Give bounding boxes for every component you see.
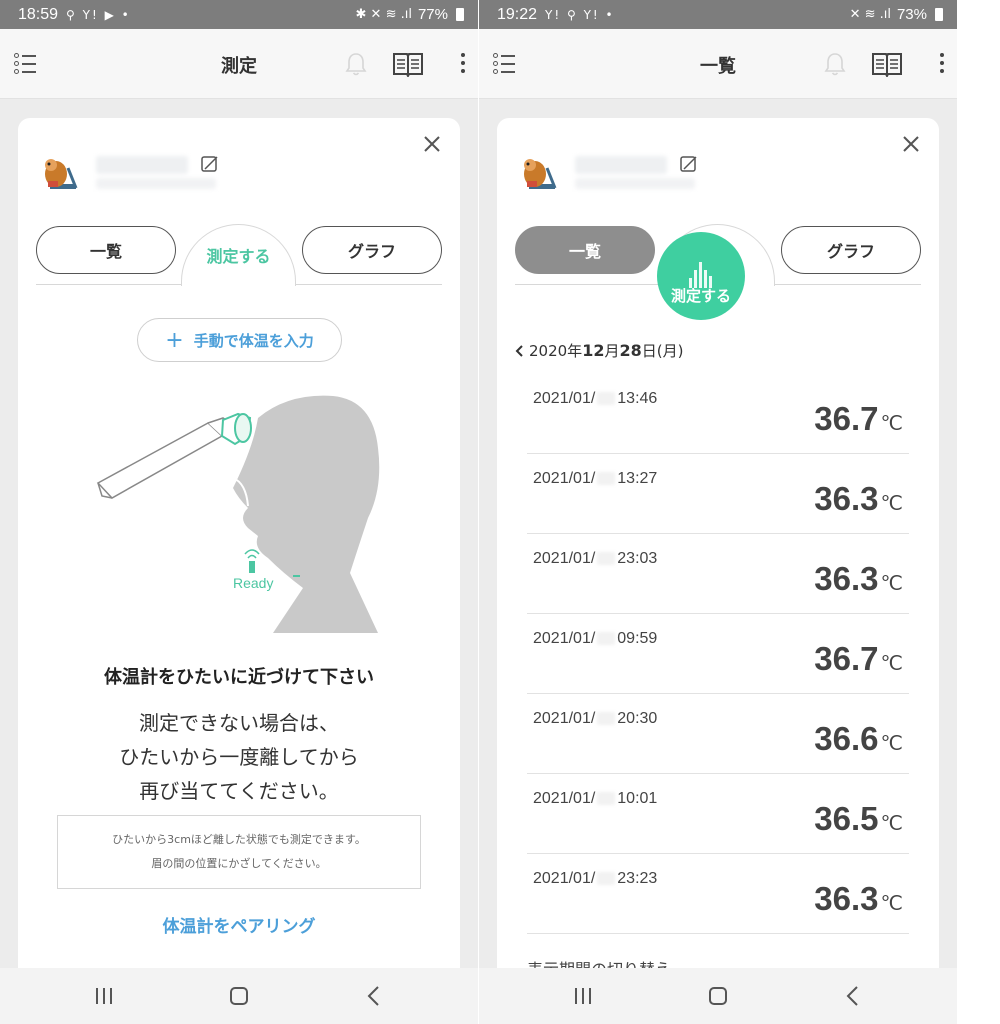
book-icon[interactable] [871, 51, 903, 77]
recent-apps-icon[interactable] [96, 988, 114, 1004]
thermometer-forehead-illustration: Ready [96, 395, 380, 633]
record-row[interactable]: 2021/01/20:30 36.6 ℃ [527, 694, 909, 774]
battery-icon [456, 8, 464, 21]
measure-card: 一覧 測定する グラフ + 手動で体温を入力 Ready 体温計をひたいに近づけ… [18, 118, 460, 968]
record-datetime: 2021/01/13:27 [533, 470, 658, 487]
measure-fab-button[interactable]: 測定する [657, 232, 745, 320]
notification-icons: ⚲ Y! ▶ • [66, 7, 131, 22]
system-icons: ✕ ≋ .ıl 73% [850, 6, 943, 23]
status-time: 18:59 [18, 5, 59, 23]
record-row[interactable]: 2021/01/13:46 36.7 ℃ [527, 374, 909, 454]
record-row[interactable]: 2021/01/10:01 36.5 ℃ [527, 774, 909, 854]
status-time: 19:22 [497, 5, 538, 23]
battery-icon [935, 8, 943, 21]
back-icon[interactable] [366, 985, 380, 1007]
ready-label: Ready [233, 575, 273, 591]
android-nav-bar [0, 968, 478, 1024]
manual-input-label: 手動で体温を入力 [193, 331, 314, 350]
instruction-line: 再び当ててください。 [139, 779, 339, 803]
record-temperature: 36.7 ℃ [814, 400, 903, 437]
tab-graph[interactable]: グラフ [781, 226, 921, 274]
manual-input-button[interactable]: + 手動で体温を入力 [137, 318, 342, 362]
tab-measure[interactable]: 測定する [181, 224, 296, 286]
current-date: 2020年12月28日(月) [529, 341, 684, 360]
record-datetime: 2021/01/10:01 [533, 790, 658, 807]
status-bar: 18:59 ⚲ Y! ▶ • ✱ ✕ ≋ .ıl 77% [0, 0, 478, 29]
record-datetime: 2021/01/20:30 [533, 710, 658, 727]
equalizer-icon [689, 262, 713, 288]
record-datetime: 2021/01/09:59 [533, 630, 658, 647]
system-icons: ✱ ✕ ≋ .ıl 77% [356, 6, 464, 23]
app-header: 測定 [0, 29, 478, 99]
user-name-masked [96, 156, 188, 174]
hint-line: 眉の間の位置にかざしてください。 [151, 857, 327, 870]
home-icon[interactable] [709, 987, 727, 1005]
bell-icon[interactable] [823, 51, 847, 77]
history-card: 一覧 グラフ 測定する 2020年12月28日(月) 2021/01/13:46… [497, 118, 939, 968]
record-temperature: 36.6 ℃ [814, 720, 903, 757]
close-icon[interactable] [422, 134, 442, 154]
plus-icon: + [165, 327, 184, 353]
record-row[interactable]: 2021/01/23:03 36.3 ℃ [527, 534, 909, 614]
signal-icons: ✱ ✕ ≋ .ıl [355, 7, 412, 22]
user-birthdate-masked [575, 178, 695, 189]
record-temperature: 36.7 ℃ [814, 640, 903, 677]
edit-icon[interactable] [679, 154, 699, 174]
signal-icons: ✕ ≋ .ıl [849, 7, 891, 22]
bell-icon[interactable] [344, 51, 368, 77]
home-icon[interactable] [230, 987, 248, 1005]
instruction-title: 体温計をひたいに近づけて下さい [104, 667, 374, 688]
notification-icons: Y! ⚲ Y! • [545, 7, 615, 22]
avatar [45, 159, 78, 189]
record-row[interactable]: 2021/01/23:23 36.3 ℃ [527, 854, 909, 934]
battery-level: 77% [417, 6, 448, 23]
hint-line: ひたいから3cmほど離した状態でも測定できます。 [112, 833, 366, 846]
measure-fab-label: 測定する [670, 287, 731, 305]
record-row[interactable]: 2021/01/09:59 36.7 ℃ [527, 614, 909, 694]
instruction-body: 測定できない場合は、 ひたいから一度離してから 再び当ててください。 [18, 706, 460, 808]
record-datetime: 2021/01/23:03 [533, 550, 658, 567]
status-bar: 19:22 Y! ⚲ Y! • ✕ ≋ .ıl 73% [479, 0, 957, 29]
record-list: 2021/01/13:46 36.7 ℃ 2021/01/13:27 36.3 ℃ … [527, 374, 909, 934]
record-row[interactable]: 2021/01/13:27 36.3 ℃ [527, 454, 909, 534]
record-temperature: 36.3 ℃ [814, 480, 903, 517]
tab-measure-label: 測定する [206, 247, 271, 266]
user-birthdate-masked [96, 178, 216, 189]
record-temperature: 36.3 ℃ [814, 880, 903, 917]
app-header: 一覧 [479, 29, 957, 99]
hint-box: ひたいから3cmほど離した状態でも測定できます。 眉の間の位置にかざしてください… [57, 815, 421, 889]
instruction-line: ひたいから一度離してから [119, 745, 359, 769]
instruction-line: 測定できない場合は、 [139, 711, 339, 735]
tab-bar: 一覧 測定する グラフ [36, 224, 442, 286]
record-datetime: 2021/01/13:46 [533, 390, 658, 407]
right-screen: 19:22 Y! ⚲ Y! • ✕ ≋ .ıl 73% 一覧 一覧 グラフ 測定… [479, 0, 957, 1024]
tab-list[interactable]: 一覧 [36, 226, 176, 274]
tab-list[interactable]: 一覧 [515, 226, 655, 274]
left-screen: 18:59 ⚲ Y! ▶ • ✱ ✕ ≋ .ıl 77% 測定 一覧 測定する … [0, 0, 478, 1024]
avatar [524, 159, 557, 189]
close-icon[interactable] [901, 134, 921, 154]
tab-graph[interactable]: グラフ [302, 226, 442, 274]
record-temperature: 36.3 ℃ [814, 560, 903, 597]
android-nav-bar [479, 968, 957, 1024]
record-temperature: 36.5 ℃ [814, 800, 903, 837]
recent-apps-icon[interactable] [575, 988, 593, 1004]
record-datetime: 2021/01/23:23 [533, 870, 658, 887]
pair-thermometer-link[interactable]: 体温計をペアリング [18, 912, 460, 937]
edit-icon[interactable] [200, 154, 220, 174]
date-navigator[interactable]: 2020年12月28日(月) [515, 340, 683, 361]
user-name-masked [575, 156, 667, 174]
back-icon[interactable] [845, 985, 859, 1007]
more-options-icon[interactable] [460, 53, 466, 75]
battery-level: 73% [896, 6, 927, 23]
period-toggle-heading[interactable]: 表示期間の切り替え [527, 956, 671, 968]
book-icon[interactable] [392, 51, 424, 77]
chevron-left-icon[interactable] [515, 344, 523, 357]
more-options-icon[interactable] [939, 53, 945, 75]
